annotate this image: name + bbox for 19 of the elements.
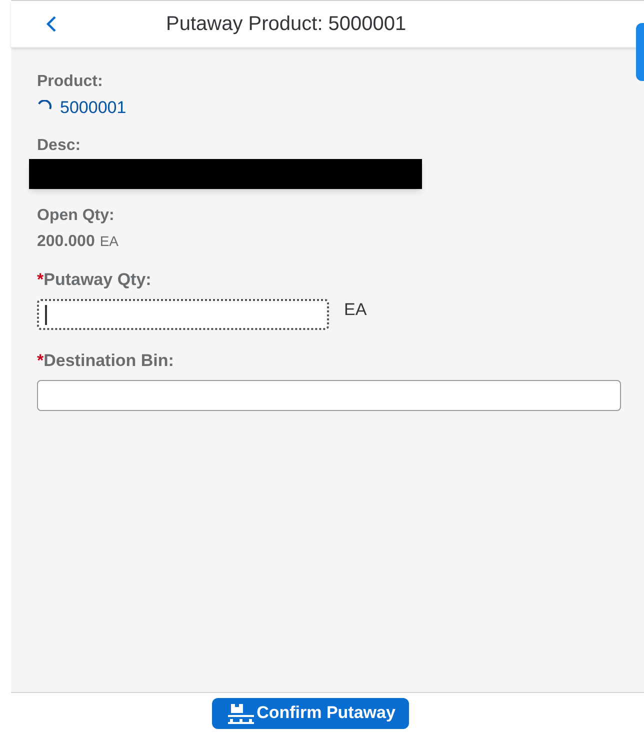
product-link[interactable]: 5000001 xyxy=(60,95,126,120)
page-title: Putaway Product: 5000001 xyxy=(166,12,406,37)
input-field[interactable] xyxy=(37,380,621,410)
field-label: Destination Bin: xyxy=(44,350,174,370)
text-cursor xyxy=(45,304,47,324)
confirm-putaway-button[interactable]: Confirm Putaway xyxy=(212,698,410,728)
unit-label: EA xyxy=(344,298,367,320)
field-label: Open Qty: xyxy=(37,206,116,226)
side-tab[interactable] xyxy=(636,23,644,81)
field-label: Desc: xyxy=(37,136,82,156)
back-icon xyxy=(45,15,57,33)
required-mark: * xyxy=(37,350,44,370)
input-field[interactable] xyxy=(37,298,329,330)
field-label: Putaway Qty: xyxy=(44,270,152,290)
field-label: Product: xyxy=(37,72,104,92)
pallet-icon xyxy=(226,702,256,724)
required-mark: * xyxy=(37,270,44,290)
unit-label: EA xyxy=(100,232,119,250)
quantity-value: 200.000 xyxy=(37,232,95,252)
